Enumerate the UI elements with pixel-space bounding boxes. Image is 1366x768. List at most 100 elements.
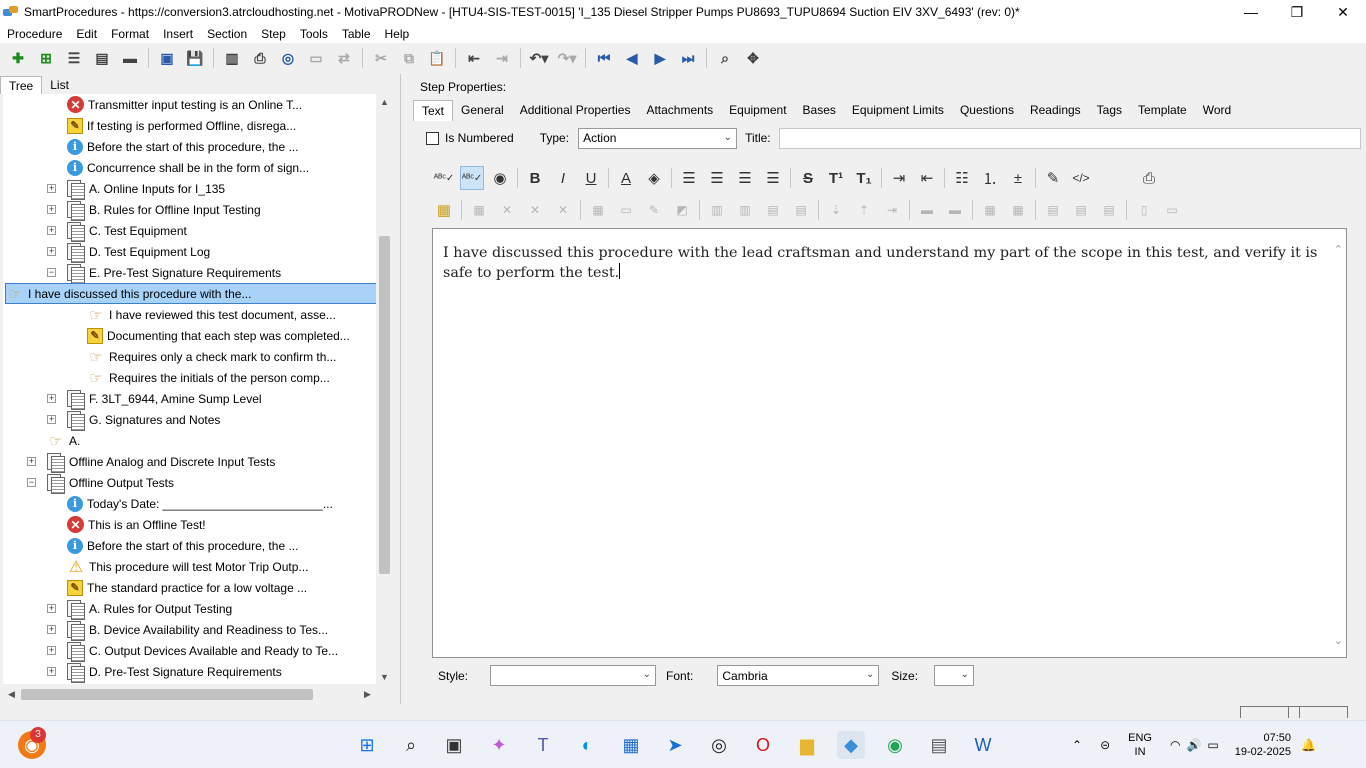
table-properties-icon[interactable]: ▦ (467, 198, 491, 222)
tree-vertical-scrollbar[interactable]: ▲ ▼ (376, 94, 393, 686)
word-icon[interactable]: W (969, 731, 997, 759)
scroll-right-icon[interactable]: ▶ (359, 686, 376, 703)
print-icon[interactable]: ⎙ (249, 47, 271, 69)
distribute-alt-icon[interactable]: ▦ (1006, 198, 1030, 222)
wifi-icon[interactable]: ◠ (1170, 738, 1180, 752)
scroll-left-icon[interactable]: ◀ (3, 686, 20, 703)
tab-equipment[interactable]: Equipment (721, 100, 794, 121)
menu-format[interactable]: Format (111, 27, 149, 41)
minimize-button[interactable]: — (1228, 0, 1274, 24)
tree-node[interactable]: + D. Pre-Test Signature Requirements (47, 661, 282, 683)
maximize-button[interactable]: ❐ (1274, 0, 1320, 24)
type-select[interactable]: Action ⌄ (578, 127, 738, 149)
row-above-icon[interactable]: ▤ (761, 198, 785, 222)
add-icon[interactable]: ✚ (7, 47, 29, 69)
tree-node[interactable]: + C. Test Equipment (47, 220, 187, 242)
panel-splitter[interactable] (400, 74, 406, 704)
tree-node[interactable]: ☞ I have discussed this procedure with th… (5, 283, 376, 304)
underline-icon[interactable]: U (579, 166, 603, 190)
merge-cell-icon[interactable]: ⇡ (852, 198, 876, 222)
tab-bases[interactable]: Bases (795, 100, 844, 121)
outdent-icon[interactable]: ⇤ (463, 47, 485, 69)
tree-node[interactable]: ✎ Documenting that each step was complete… (87, 325, 350, 346)
clock-date[interactable]: 19-02-2025 (1235, 745, 1291, 759)
close-button[interactable]: ✕ (1320, 0, 1366, 24)
scroll-up-icon[interactable]: ▲ (376, 94, 393, 111)
cut-icon[interactable]: ✂ (370, 47, 392, 69)
expand-icon[interactable]: + (47, 394, 56, 403)
tab-tree[interactable]: Tree (0, 76, 43, 94)
tree-node[interactable]: ✕ This is an Offline Test! (67, 514, 206, 535)
delete-row-icon[interactable]: ✕ (523, 198, 547, 222)
save-icon[interactable]: 💾 (184, 47, 206, 69)
battery-icon[interactable]: ▭ (1207, 738, 1218, 752)
volume-icon[interactable]: 🔊 (1186, 738, 1201, 752)
undo-icon[interactable]: ↶▾ (528, 47, 550, 69)
remove-icon[interactable]: ▬ (119, 47, 141, 69)
tab-text[interactable]: Text (413, 100, 454, 121)
tree-node[interactable]: ☞ I have reviewed this test document, ass… (87, 304, 336, 325)
tree-node[interactable]: ⚠ This procedure will test Motor Trip Out… (67, 556, 309, 577)
menu-help[interactable]: Help (385, 27, 410, 41)
tree-node[interactable]: − E. Pre-Test Signature Requirements (47, 262, 281, 284)
size-select[interactable]: ⌄ (934, 665, 975, 686)
collapse-icon[interactable]: − (47, 268, 56, 277)
expand-icon[interactable]: + (47, 226, 56, 235)
tab-equipment-limits[interactable]: Equipment Limits (844, 100, 952, 121)
style-select[interactable]: ⌄ (490, 665, 657, 686)
task-view-icon[interactable]: ▣ (440, 731, 468, 759)
copilot-icon[interactable]: ✦ (485, 731, 513, 759)
hscroll-thumb[interactable] (21, 689, 313, 700)
notification-bell-icon[interactable]: 🔔 (1301, 738, 1316, 752)
tab-tags[interactable]: Tags (1089, 100, 1130, 121)
chevron-up-icon[interactable]: ⌃ (1072, 738, 1082, 752)
remote-app-icon[interactable]: ▤ (925, 731, 953, 759)
cell-fill-icon[interactable]: ◩ (670, 198, 694, 222)
tree-node[interactable]: ☞ Requires the initials of the person com… (87, 367, 330, 388)
tab-attachments[interactable]: Attachments (638, 100, 721, 121)
cell-props-icon[interactable]: ▦ (586, 198, 610, 222)
indent-icon[interactable]: ⇥ (491, 47, 513, 69)
tree-horizontal-scrollbar[interactable]: ◀ ▶ (3, 686, 376, 703)
split-cell-icon[interactable]: ⇣ (824, 198, 848, 222)
chrome-icon[interactable]: ◉ (881, 731, 909, 759)
menu-table[interactable]: Table (342, 27, 371, 41)
font-color-icon[interactable]: A (614, 166, 638, 190)
export-icon[interactable]: ▥ (221, 47, 243, 69)
redo-alt-icon[interactable]: ⇄ (333, 47, 355, 69)
spell-check-icon[interactable]: ᴬᴮᶜ✓ (432, 166, 456, 190)
region-indicator[interactable]: IN (1135, 745, 1146, 759)
menu-tools[interactable]: Tools (300, 27, 328, 41)
menu-procedure[interactable]: Procedure (7, 27, 62, 41)
expand-icon[interactable]: + (47, 205, 56, 214)
collapse-icon[interactable]: − (27, 478, 36, 487)
html-source-icon[interactable]: </> (1069, 166, 1093, 190)
previous-icon[interactable]: ◀ (621, 47, 643, 69)
editor-scroll-up-icon[interactable]: ⌃ (1334, 243, 1343, 256)
expand-icon[interactable]: + (47, 247, 56, 256)
tab-additional-properties[interactable]: Additional Properties (512, 100, 639, 121)
edge-icon[interactable]: ◐ (573, 731, 601, 759)
font-select[interactable]: Cambria ⌄ (717, 665, 880, 686)
list-alt-icon[interactable]: ▤ (91, 47, 113, 69)
split-row-icon[interactable]: ▬ (915, 198, 939, 222)
distribute-icon[interactable]: ▦ (978, 198, 1002, 222)
tree-node[interactable]: − Offline Output Tests (27, 472, 174, 494)
teams-icon[interactable]: T (529, 731, 557, 759)
expand-icon[interactable]: + (47, 646, 56, 655)
insert-line-icon[interactable]: ± (1006, 166, 1030, 190)
expand-icon[interactable]: + (47, 625, 56, 634)
last-icon[interactable]: ⏭ (677, 47, 699, 69)
cell-border-icon[interactable]: ▭ (614, 198, 638, 222)
scroll-thumb[interactable] (379, 236, 390, 574)
next-icon[interactable]: ▶ (649, 47, 671, 69)
tree-node[interactable]: ✎ The standard practice for a low voltage… (67, 577, 307, 598)
expand-icon[interactable]: + (47, 667, 56, 676)
find-icon[interactable]: ⌕ (714, 47, 736, 69)
expand-icon[interactable]: + (27, 457, 36, 466)
tree-node[interactable]: ✕ Transmitter input testing is an Online … (67, 94, 302, 115)
scroll-down-icon[interactable]: ▼ (376, 669, 393, 686)
special-chars-icon[interactable]: ◉ (488, 166, 512, 190)
tab-list[interactable]: List (42, 76, 77, 94)
delete-table-icon[interactable]: ✕ (495, 198, 519, 222)
